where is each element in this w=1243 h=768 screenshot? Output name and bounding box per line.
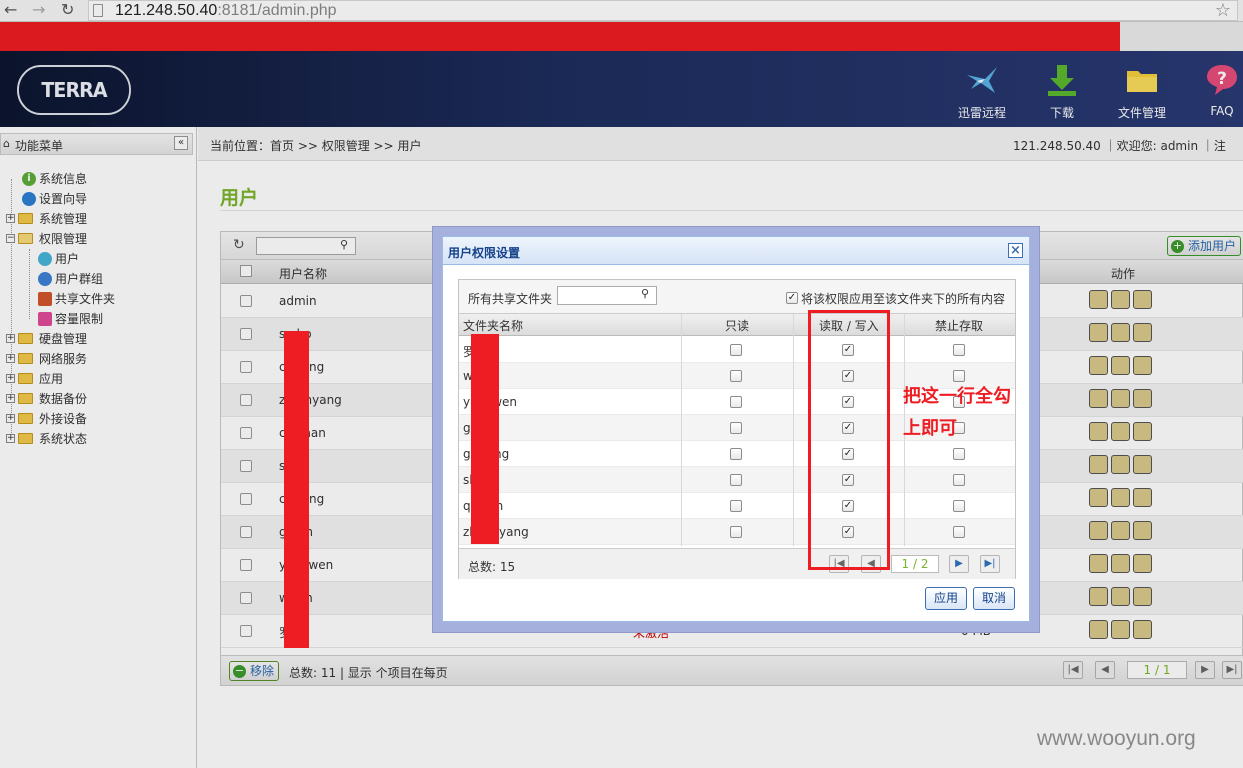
folder-row[interactable]: sl ✓ [459, 467, 1015, 493]
dialog-titlebar: 用户权限设置 × [443, 237, 1029, 265]
highlight-box [808, 310, 890, 570]
deny-access-checkbox[interactable] [953, 474, 965, 486]
close-icon[interactable]: × [1008, 243, 1023, 258]
cancel-button[interactable]: 取消 [973, 587, 1015, 610]
read-only-checkbox[interactable] [730, 422, 742, 434]
deny-access-checkbox[interactable] [953, 526, 965, 538]
redaction-strip [284, 331, 309, 648]
dialog-toolbar: 所有共享文件夹 ⚲ ✓ 将该权限应用至该文件夹下的所有内容 [459, 280, 1015, 314]
search-icon[interactable]: ⚲ [641, 287, 649, 300]
read-only-checkbox[interactable] [730, 396, 742, 408]
deny-access-checkbox[interactable] [953, 344, 965, 356]
apply-button[interactable]: 应用 [925, 587, 967, 610]
dialog-grid-header: 文件夹名称 只读 读取 / 写入 禁止存取 [459, 314, 1015, 336]
annotation-note: 把这一行全勾 上即可 [903, 386, 1011, 439]
read-only-checkbox[interactable] [730, 500, 742, 512]
watermark: www.wooyun.org [1037, 727, 1196, 750]
read-only-checkbox[interactable] [730, 344, 742, 356]
folder-row[interactable]: zh ianyang ✓ [459, 519, 1015, 545]
read-only-checkbox[interactable] [730, 448, 742, 460]
read-only-checkbox[interactable] [730, 370, 742, 382]
folder-row[interactable]: 罗 ✓ [459, 337, 1015, 363]
last-page-button[interactable]: ▶| [980, 555, 1000, 573]
read-only-checkbox[interactable] [730, 526, 742, 538]
deny-access-checkbox[interactable] [953, 500, 965, 512]
deny-access-checkbox[interactable] [953, 448, 965, 460]
read-only-checkbox[interactable] [730, 474, 742, 486]
folder-row[interactable]: q shan✓ [459, 493, 1015, 519]
dialog-grid-footer: 总数: 15 |◀ ◀ 1 / 2 ▶ ▶| [459, 548, 1015, 579]
next-page-button[interactable]: ▶ [949, 555, 969, 573]
redaction-strip [471, 334, 499, 544]
column-divider [681, 314, 682, 546]
dialog-page-indicator[interactable]: 1 / 2 [891, 555, 939, 573]
apply-to-subfolders-checkbox[interactable]: ✓ [786, 292, 798, 304]
column-divider [793, 314, 794, 546]
